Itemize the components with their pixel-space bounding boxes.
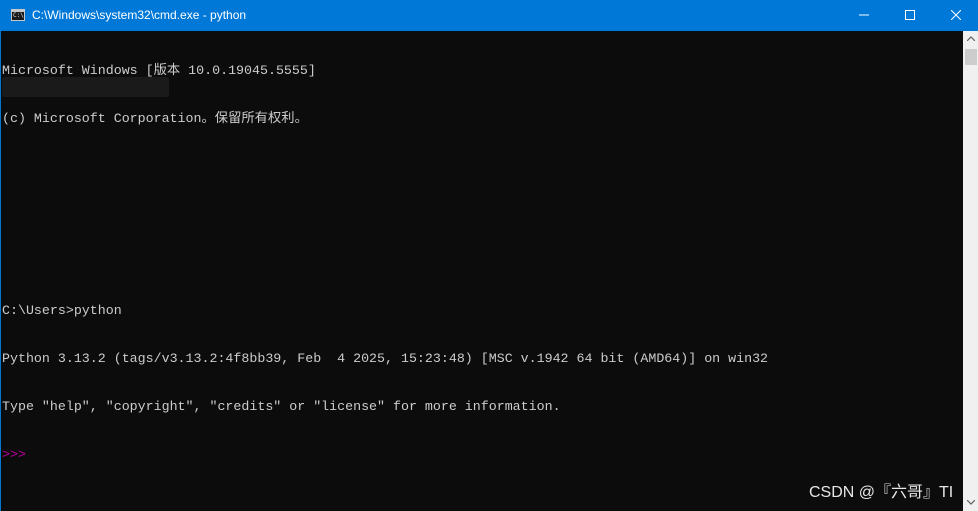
cmd-window: C:\ C:\Windows\system32\cmd.exe - python… xyxy=(0,0,978,511)
csdn-watermark: CSDN @『六哥』TI xyxy=(809,484,954,501)
repl-prompt: >>> xyxy=(2,447,26,462)
close-button[interactable] xyxy=(933,0,978,31)
chevron-down-icon xyxy=(967,500,975,505)
close-icon xyxy=(951,10,961,20)
scroll-thumb[interactable] xyxy=(965,49,977,65)
maximize-icon xyxy=(905,10,915,20)
scroll-up-button[interactable] xyxy=(963,31,978,47)
chevron-up-icon xyxy=(967,36,975,41)
cmd-icon[interactable]: C:\ xyxy=(11,9,25,21)
vertical-scrollbar[interactable] xyxy=(963,31,978,511)
window-title: C:\Windows\system32\cmd.exe - python xyxy=(32,8,247,22)
repl-prompt-line[interactable]: >>> xyxy=(2,447,963,463)
minimize-icon xyxy=(859,14,869,16)
console-line: Python 3.13.2 (tags/v3.13.2:4f8bb39, Feb… xyxy=(2,351,769,366)
scroll-down-button[interactable] xyxy=(963,495,978,511)
console-line: Type "help", "copyright", "credits" or "… xyxy=(2,399,561,414)
minimize-button[interactable] xyxy=(841,0,887,31)
console-line: (c) Microsoft Corporation。保留所有权利。 xyxy=(2,111,308,126)
console-output[interactable]: Microsoft Windows [版本 10.0.19045.5555] (… xyxy=(2,31,963,511)
title-bar[interactable]: C:\ C:\Windows\system32\cmd.exe - python xyxy=(1,0,978,31)
maximize-button[interactable] xyxy=(887,0,933,31)
console-line: C:\Users>python xyxy=(2,303,122,318)
redacted-block xyxy=(2,77,169,97)
